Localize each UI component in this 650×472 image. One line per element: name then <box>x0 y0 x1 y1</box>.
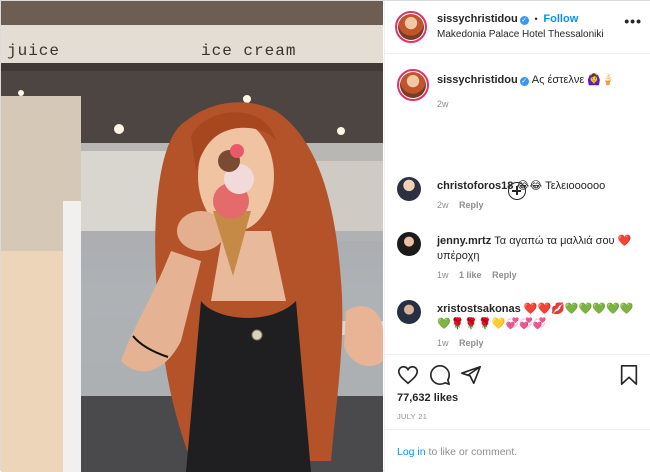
ceiling-light <box>337 127 345 135</box>
comment-text-line: jenny.mrtz Τα αγαπώ τα μαλλιά σου ❤️ υπέ… <box>437 234 647 264</box>
comment-likes[interactable]: 1 like <box>459 270 482 280</box>
header-line: sissychristidou ✓ • Follow <box>437 13 578 25</box>
photo-scene: juice ice cream <box>1 1 383 472</box>
separator-dot: • <box>534 14 538 24</box>
comment-meta: 1w Reply <box>437 338 492 348</box>
reply-button[interactable]: Reply <box>459 200 484 210</box>
comment-item: xristostsakonas ❤️❤️💋💚💚💚💚💚💚🌹🌹🌹💛💞💞💞 1w Re… <box>397 298 647 353</box>
commenter-avatar[interactable] <box>397 232 421 256</box>
author-username[interactable]: sissychristidou <box>437 13 518 25</box>
avatar-image <box>400 72 426 98</box>
instagram-post: juice ice cream sissychristidou ✓ • Follo… <box>0 0 650 472</box>
likes-count[interactable]: 77,632 likes <box>397 392 458 404</box>
left-cabinet <box>1 251 63 472</box>
comment-icon[interactable] <box>429 364 451 386</box>
ceiling-light <box>114 124 124 134</box>
reply-button[interactable]: Reply <box>492 270 517 280</box>
comment-age[interactable]: 2w <box>437 200 449 210</box>
caption-text: Ας έστελνε 🙆‍♀️🍦 <box>531 74 615 86</box>
shop-sign-ice-cream: ice cream <box>201 42 296 60</box>
reply-button[interactable]: Reply <box>459 338 484 348</box>
post-side-panel: sissychristidou ✓ • Follow Makedonia Pala… <box>384 1 650 472</box>
comment-age[interactable]: 1w <box>437 338 449 348</box>
post-location[interactable]: Makedonia Palace Hotel Thessaloniki <box>437 29 604 40</box>
author-avatar[interactable] <box>395 11 427 43</box>
post-date[interactable]: JULY 21 <box>397 412 427 421</box>
comment-username[interactable]: xristostsakonas <box>437 303 521 315</box>
verified-icon: ✓ <box>519 77 529 86</box>
left-pillar-edge <box>63 201 81 472</box>
share-icon[interactable] <box>460 364 482 386</box>
ice-cream-topping <box>230 144 244 158</box>
ceiling-light <box>18 90 24 96</box>
caption-text-line: sissychristidou ✓ Ας έστελνε 🙆‍♀️🍦 <box>437 73 647 88</box>
more-options-icon[interactable]: ••• <box>624 13 642 29</box>
post-header: sissychristidou ✓ • Follow Makedonia Pala… <box>385 1 650 54</box>
login-link[interactable]: Log in <box>397 446 426 458</box>
comment-username[interactable]: jenny.mrtz <box>437 235 491 247</box>
comment-item: jenny.mrtz Τα αγαπώ τα μαλλιά σου ❤️ υπέ… <box>397 230 647 285</box>
black-top <box>186 301 311 472</box>
commenter-avatar[interactable] <box>397 177 421 201</box>
comment-text-line: christoforos18 😂😂 Τελειοοοοοο <box>437 179 647 194</box>
verified-icon: ✓ <box>519 16 529 25</box>
comment-meta: 2w Reply <box>437 200 492 210</box>
caption: sissychristidou ✓ Ας έστελνε 🙆‍♀️🍦 2w <box>397 69 647 119</box>
follow-button[interactable]: Follow <box>543 13 578 25</box>
action-bar: 77,632 likes JULY 21 <box>385 354 650 428</box>
necklace-pendant <box>251 329 263 341</box>
ceiling-light <box>243 95 251 103</box>
login-prompt: Log in to like or comment. <box>385 429 650 472</box>
login-prompt-text: to like or comment. <box>425 446 518 458</box>
bookmark-icon[interactable] <box>618 364 640 386</box>
shop-sign-juice: juice <box>7 42 60 60</box>
caption-username[interactable]: sissychristidou <box>437 74 518 86</box>
comment-text-line: xristostsakonas ❤️❤️💋💚💚💚💚💚💚🌹🌹🌹💛💞💞💞 <box>437 302 647 332</box>
comment-username[interactable]: christoforos18 <box>437 180 513 192</box>
sign-bottom-edge <box>1 63 383 71</box>
comment-text: 😂😂 Τελειοοοοοο <box>516 180 606 192</box>
caption-avatar[interactable] <box>397 69 429 101</box>
post-photo[interactable]: juice ice cream <box>1 1 383 472</box>
caption-meta: 2w <box>437 99 457 109</box>
comment-item: christoforos18 😂😂 Τελειοοοοοο 2w Reply <box>397 175 647 215</box>
avatar-image <box>398 14 424 40</box>
comment-meta: 1w 1 like Reply <box>437 270 525 280</box>
ceiling-band <box>1 1 383 25</box>
heart-icon[interactable] <box>397 364 419 386</box>
comments-section: sissychristidou ✓ Ας έστελνε 🙆‍♀️🍦 2w chr… <box>385 55 650 353</box>
commenter-avatar[interactable] <box>397 300 421 324</box>
caption-age[interactable]: 2w <box>437 99 449 109</box>
comment-age[interactable]: 1w <box>437 270 449 280</box>
